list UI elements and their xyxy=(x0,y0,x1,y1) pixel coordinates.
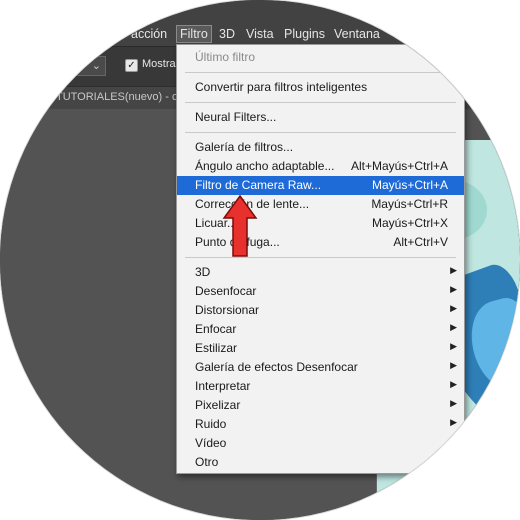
menu-item-adaptive-wide-angle[interactable]: Ángulo ancho adaptable... Alt+Mayús+Ctrl… xyxy=(177,157,464,176)
menu-item-label: Enfocar xyxy=(195,322,237,336)
menu-plugins[interactable]: Plugins xyxy=(284,27,325,41)
menu-item-vanishing-point[interactable]: Punto de fuga... Alt+Ctrl+V xyxy=(177,233,464,252)
menu-item-label: Galería de efectos Desenfocar xyxy=(195,360,358,374)
menu-item-label: Pixelizar xyxy=(195,398,241,412)
menu-accion[interactable]: acción xyxy=(131,27,167,41)
menu-item-shortcut: Mayús+Ctrl+R xyxy=(371,197,448,211)
filter-menu: Último filtro Alt+ Convertir para filtro… xyxy=(176,44,465,474)
menu-item-submenu[interactable]: Otro ▶ xyxy=(177,453,464,472)
menu-item-shortcut: Mayús+Ctrl+A xyxy=(371,178,448,192)
show-checkbox[interactable]: ✓ xyxy=(125,59,138,72)
submenu-arrow-icon: ▶ xyxy=(450,417,457,427)
menu-item-submenu[interactable]: Pixelizar ▶ xyxy=(177,396,464,415)
menu-separator xyxy=(185,72,456,73)
submenu-arrow-icon: ▶ xyxy=(450,455,457,465)
menu-item-submenu[interactable]: Enfocar ▶ xyxy=(177,320,464,339)
menu-item-filter-gallery[interactable]: Galería de filtros... xyxy=(177,138,464,157)
menu-item-submenu[interactable]: Desenfocar ▶ xyxy=(177,282,464,301)
menu-item-submenu[interactable]: Distorsionar ▶ xyxy=(177,301,464,320)
menu-item-submenu[interactable]: Ruido ▶ xyxy=(177,415,464,434)
menu-item-submenu[interactable]: 3D ▶ xyxy=(177,263,464,282)
menu-ventana[interactable]: Ventana xyxy=(334,27,380,41)
menu-item-label: Ruido xyxy=(195,417,227,431)
menu-item-label: Neural Filters... xyxy=(195,110,277,124)
menu-item-submenu[interactable]: Interpretar ▶ xyxy=(177,377,464,396)
submenu-arrow-icon: ▶ xyxy=(450,436,457,446)
menu-item-label: Otro xyxy=(195,455,219,469)
menu-item-shortcut: Alt+ xyxy=(426,50,448,64)
menu-vista[interactable]: Vista xyxy=(246,27,274,41)
menu-item-label: Filtro de Camera Raw... xyxy=(195,178,322,192)
menu-item-label: Distorsionar xyxy=(195,303,260,317)
submenu-arrow-icon: ▶ xyxy=(450,265,457,275)
submenu-arrow-icon: ▶ xyxy=(450,303,457,313)
red-arrow-annotation-icon xyxy=(222,194,258,257)
menu-item-label: Vídeo xyxy=(195,436,227,450)
submenu-arrow-icon: ▶ xyxy=(450,341,457,351)
menu-item-submenu[interactable]: Galería de efectos Desenfocar ▶ xyxy=(177,358,464,377)
submenu-arrow-icon: ▶ xyxy=(450,360,457,370)
menu-item-label: Convertir para filtros inteligentes xyxy=(195,80,368,94)
menu-filtro[interactable]: Filtro xyxy=(176,25,212,43)
photoshop-window: acción Filtro 3D Vista Plugins Ventana ⌄… xyxy=(0,0,520,520)
menu-item-liquify[interactable]: Licuar... Mayús+Ctrl+X xyxy=(177,214,464,233)
chevron-down-icon: ⌄ xyxy=(91,60,101,72)
menu-item-label: Ángulo ancho adaptable... xyxy=(195,159,335,173)
menu-separator xyxy=(185,102,456,103)
document-tab[interactable]: TUTORIALES(nuevo) - c xyxy=(56,91,177,103)
options-dropdown[interactable]: ⌄ xyxy=(54,56,106,76)
menu-item-lens-correction[interactable]: Corrección de lente... Mayús+Ctrl+R xyxy=(177,195,464,214)
menu-3d[interactable]: 3D xyxy=(219,27,235,41)
menu-item-label: Desenfocar xyxy=(195,284,257,298)
menu-item-label: Interpretar xyxy=(195,379,251,393)
menu-item-neural-filters[interactable]: Neural Filters... xyxy=(177,108,464,127)
menu-item-camera-raw-filter[interactable]: Filtro de Camera Raw... Mayús+Ctrl+A xyxy=(177,176,464,195)
menu-item-shortcut: Mayús+Ctrl+X xyxy=(371,216,448,230)
menu-item-submenu[interactable]: Estilizar ▶ xyxy=(177,339,464,358)
menu-item-convert-smart-filters[interactable]: Convertir para filtros inteligentes xyxy=(177,78,464,97)
menu-item-label: Último filtro xyxy=(195,50,256,64)
submenu-arrow-icon: ▶ xyxy=(450,284,457,294)
menu-item-submenu[interactable]: Vídeo ▶ xyxy=(177,434,464,453)
menu-item-label: 3D xyxy=(195,265,211,279)
menu-item-last-filter[interactable]: Último filtro Alt+ xyxy=(177,48,464,67)
submenu-arrow-icon: ▶ xyxy=(450,322,457,332)
menu-item-shortcut: Alt+Ctrl+V xyxy=(393,235,448,249)
menu-item-shortcut: Alt+Mayús+Ctrl+A xyxy=(350,159,448,173)
show-checkbox-label: Mostrar xyxy=(142,58,180,70)
menu-item-label: Estilizar xyxy=(195,341,238,355)
submenu-arrow-icon: ▶ xyxy=(450,379,457,389)
submenu-arrow-icon: ▶ xyxy=(450,398,457,408)
menu-item-label: Galería de filtros... xyxy=(195,140,294,154)
menu-bar: acción Filtro 3D Vista Plugins Ventana xyxy=(0,0,520,46)
menu-separator xyxy=(185,132,456,133)
